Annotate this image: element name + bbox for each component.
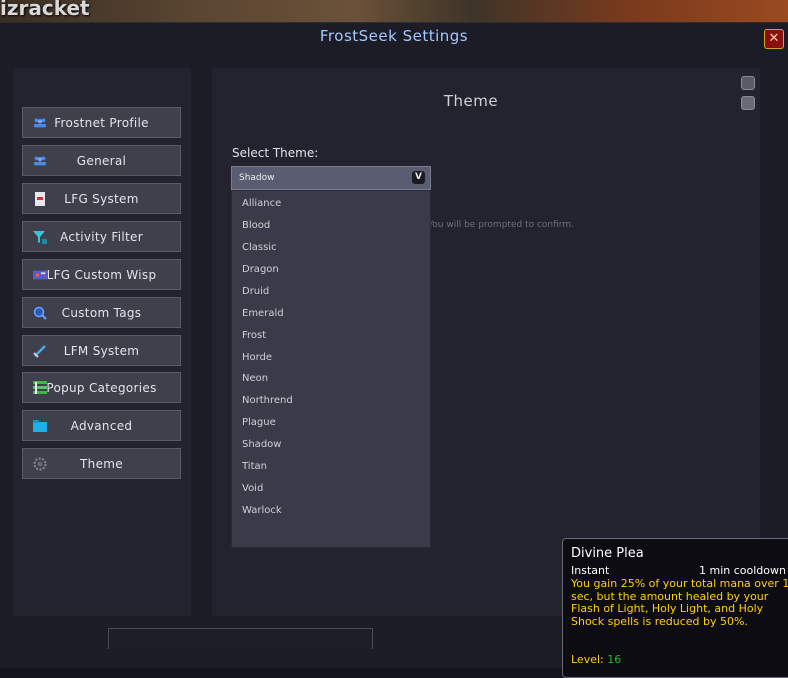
sidebar-item-lfm-system[interactable]: LFM System [22,335,181,366]
sidebar-item-custom-tags[interactable]: Custom Tags [22,297,181,328]
theme-option-druid[interactable]: Druid [242,286,269,297]
close-button[interactable]: ✕ [764,29,784,49]
action-bar-frame [108,628,373,649]
scroll-thumb[interactable] [741,96,755,110]
confirm-hint: You will be prompted to confirm. [428,220,574,230]
sidebar-item-popup-categories[interactable]: Popup Categories [22,372,181,403]
close-icon: ✕ [768,31,780,46]
theme-option-alliance[interactable]: Alliance [242,198,281,209]
sword-icon [33,344,47,358]
gear-icon [33,457,47,471]
search-icon [33,306,47,320]
theme-option-blood[interactable]: Blood [242,220,270,231]
sidebar: Frostnet Profile General LFG System Acti… [13,68,191,616]
people-icon [33,116,47,130]
sidebar-item-label: Theme [80,456,123,471]
sidebar-item-label: Frostnet Profile [54,115,149,130]
list-icon [33,381,47,395]
theme-option-titan[interactable]: Titan [242,461,267,472]
sidebar-item-label: Activity Filter [60,229,143,244]
spell-cooldown: 1 min cooldown [699,564,786,577]
game-world-background: izracket [0,0,788,22]
spell-tooltip: Divine Plea Instant 1 min cooldown You g… [562,538,788,678]
sidebar-item-advanced[interactable]: Advanced [22,410,181,441]
sidebar-item-label: Popup Categories [46,380,157,395]
theme-option-northrend[interactable]: Northrend [242,395,293,406]
theme-option-plague[interactable]: Plague [242,417,276,428]
theme-option-frost[interactable]: Frost [242,330,266,341]
theme-option-horde[interactable]: Horde [242,352,272,363]
spell-level-label: Level: [571,653,604,666]
content-panel: Theme Select Theme: You will be prompted… [212,68,760,616]
theme-option-emerald[interactable]: Emerald [242,308,284,319]
theme-dropdown-list: Alliance Blood Classic Dragon Druid Emer… [231,190,431,548]
sidebar-item-label: General [76,153,127,168]
sidebar-item-activity-filter[interactable]: Activity Filter [22,221,181,252]
sidebar-item-frostnet-profile[interactable]: Frostnet Profile [22,107,181,138]
theme-option-void[interactable]: Void [242,483,263,494]
sidebar-item-label: Custom Tags [61,305,142,320]
theme-option-neon[interactable]: Neon [242,373,268,384]
sidebar-item-theme[interactable]: Theme [22,448,181,479]
spell-level: Level: 16 [571,653,621,666]
theme-option-dragon[interactable]: Dragon [242,264,279,275]
select-theme-label: Select Theme: [232,146,319,160]
theme-select[interactable]: Shadow V [231,166,431,190]
page-title: Theme [443,92,499,110]
spell-level-value: 16 [607,653,622,666]
sidebar-item-lfg-system[interactable]: LFG System [22,183,181,214]
sidebar-item-label: Advanced [70,418,133,433]
spell-description: You gain 25% of your total mana over 15 … [571,577,788,628]
sidebar-item-label: LFG Custom Wisp [46,267,157,282]
people-icon [33,154,47,168]
sidebar-item-label: LFM System [63,343,140,358]
spell-name: Divine Plea [571,546,644,561]
filter-icon [33,230,47,244]
spell-cast-time: Instant [571,564,610,577]
theme-option-shadow[interactable]: Shadow [242,439,281,450]
theme-option-warlock[interactable]: Warlock [242,505,282,516]
sidebar-item-label: LFG System [64,191,139,206]
theme-option-classic[interactable]: Classic [242,242,277,253]
folder-icon [33,419,47,433]
document-icon [33,192,47,206]
player-name: izracket [0,0,90,20]
chevron-down-icon[interactable]: V [412,171,425,184]
window-title: FrostSeek Settings [319,27,469,45]
selected-theme: Shadow [239,173,275,183]
sidebar-item-general[interactable]: General [22,145,181,176]
sidebar-item-lfg-custom-wisp[interactable]: LFG Custom Wisp [22,259,181,290]
map-icon [33,268,47,282]
scroll-up-button[interactable] [741,76,755,90]
